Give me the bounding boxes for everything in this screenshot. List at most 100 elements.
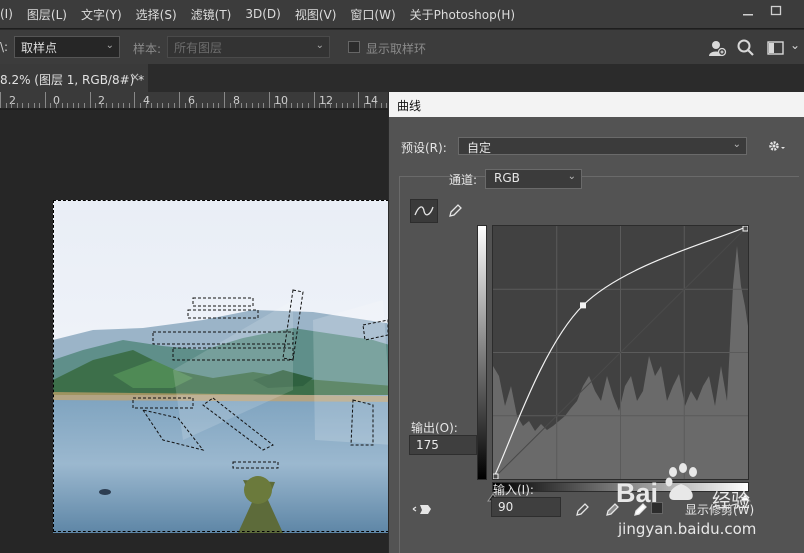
search-icon[interactable]: [736, 38, 756, 58]
menu-item-about[interactable]: 关于Photoshop(H): [403, 6, 522, 23]
menu-item-3d[interactable]: 3D(D): [238, 7, 287, 21]
chevron-down-icon: ⌄: [732, 139, 741, 150]
ruler-tick: [123, 103, 125, 108]
dialog-titlebar[interactable]: 曲线: [389, 92, 804, 117]
workspace-dropdown-icon[interactable]: ⌄: [790, 38, 804, 58]
preset-label: 预设(R):: [401, 141, 447, 155]
ruler-tick: [117, 103, 119, 108]
ruler-tick: [319, 103, 321, 108]
maximize-button[interactable]: [762, 2, 790, 20]
ruler-tick: [358, 92, 360, 108]
menu-item-select[interactable]: 选择(S): [129, 6, 184, 23]
curve-edit-points-button[interactable]: [410, 199, 438, 223]
ruler-tick: [22, 103, 24, 108]
ruler-tick: [72, 103, 74, 108]
curve-control-point[interactable]: [580, 302, 586, 309]
preset-options-button[interactable]: [767, 137, 787, 155]
tool-prefix-label: \:: [0, 40, 9, 54]
ruler-tick: [201, 103, 203, 108]
ruler-tick: [330, 103, 332, 108]
ruler-tick: [89, 92, 91, 108]
ruler-tick: [274, 103, 276, 108]
ruler-tick: [336, 103, 337, 108]
output-value: 175: [416, 438, 439, 452]
ruler-tick: [0, 92, 1, 108]
curve-control-point[interactable]: [492, 473, 499, 480]
watermark-brand-suffix: 经验: [712, 490, 751, 512]
ruler-tick: [268, 92, 270, 108]
ruler-tick: [341, 103, 343, 108]
ruler-tick: [285, 103, 287, 108]
ruler-tick: [235, 103, 237, 108]
watermark-url: jingyan.baidu.com: [618, 520, 757, 538]
curve-points-icon: [414, 206, 434, 216]
ruler-tick: [347, 103, 349, 108]
input-field[interactable]: 90: [491, 497, 561, 517]
ruler-tick: [140, 103, 141, 108]
targeted-adjust-button[interactable]: [409, 497, 437, 521]
ruler-tick: [156, 103, 158, 108]
document-tab[interactable]: 8.2% (图层 1, RGB/8#) * ×: [0, 64, 148, 92]
curves-graph[interactable]: [492, 225, 749, 480]
menu-item-view[interactable]: 视图(V): [288, 6, 344, 23]
ruler-tick: [246, 103, 248, 108]
gear-icon: [769, 141, 785, 151]
output-label: 输出(O):: [411, 421, 458, 435]
ruler-tick: [291, 103, 293, 108]
channel-select[interactable]: RGB ⌄: [485, 169, 582, 189]
ruler-tick: [145, 103, 147, 108]
ruler-label: 2: [9, 94, 16, 107]
ruler-tick: [313, 92, 315, 108]
close-icon[interactable]: ×: [130, 70, 140, 84]
show-sampling-ring-checkbox[interactable]: [348, 41, 360, 53]
black-eyedropper-button[interactable]: [569, 497, 597, 521]
preset-select[interactable]: 自定 ⌄: [458, 137, 747, 155]
sample-size-select[interactable]: 取样点 ⌄: [14, 36, 120, 58]
ruler-tick: [33, 103, 35, 108]
ruler-tick: [308, 103, 309, 108]
ruler-tick: [252, 103, 253, 108]
account-icon[interactable]: [707, 38, 727, 58]
options-bar: \: 取样点 ⌄ 样本: 所有图层 ⌄ 显示取样环 ⌄: [0, 29, 804, 64]
ruler-tick: [375, 103, 377, 108]
ruler-tick: [229, 103, 231, 108]
sample-size-value: 取样点: [21, 41, 58, 55]
ruler-tick: [100, 103, 102, 108]
menu-item-layer[interactable]: 图层(L): [20, 6, 74, 23]
input-label: 输入(I):: [493, 483, 534, 497]
ruler-tick: [218, 103, 220, 108]
ruler-tick: [39, 103, 41, 108]
menu-item-help-partial[interactable]: (I): [0, 7, 20, 21]
ruler-tick: [28, 103, 29, 108]
menu-item-type[interactable]: 文字(Y): [74, 6, 129, 23]
ruler-tick: [44, 92, 46, 108]
ruler-tick: [67, 103, 69, 108]
ruler-tick: [168, 103, 169, 108]
curve-draw-button[interactable]: [441, 199, 469, 223]
menu-item-window[interactable]: 窗口(W): [343, 6, 402, 23]
minimize-button[interactable]: [734, 2, 762, 20]
ruler-tick: [302, 103, 304, 108]
ruler-tick: [95, 103, 97, 108]
curve-control-point[interactable]: [742, 225, 749, 232]
selection-marquee: [53, 200, 389, 532]
ruler-tick: [11, 103, 13, 108]
menu-item-filter[interactable]: 滤镜(T): [184, 6, 239, 23]
output-field[interactable]: 175: [409, 435, 477, 455]
ruler-tick: [56, 103, 57, 108]
ruler-tick: [50, 103, 52, 108]
chevron-down-icon: ⌄: [315, 40, 324, 51]
sample-layers-select[interactable]: 所有图层 ⌄: [167, 36, 330, 58]
input-value: 90: [498, 500, 514, 514]
ruler-tick: [128, 103, 130, 108]
sample-label: 样本:: [133, 42, 162, 56]
dialog-title: 曲线: [397, 99, 422, 113]
maximize-icon: [770, 5, 782, 16]
ruler-tick: [16, 103, 18, 108]
ruler-tick: [369, 103, 371, 108]
ruler-tick: [296, 103, 298, 108]
baidu-jingyan-watermark: Bai 经验 jingyan.baidu.com: [610, 462, 804, 553]
ruler-label: 8: [233, 94, 240, 107]
workspace-icon[interactable]: [766, 38, 786, 58]
ruler-tick: [352, 103, 354, 108]
